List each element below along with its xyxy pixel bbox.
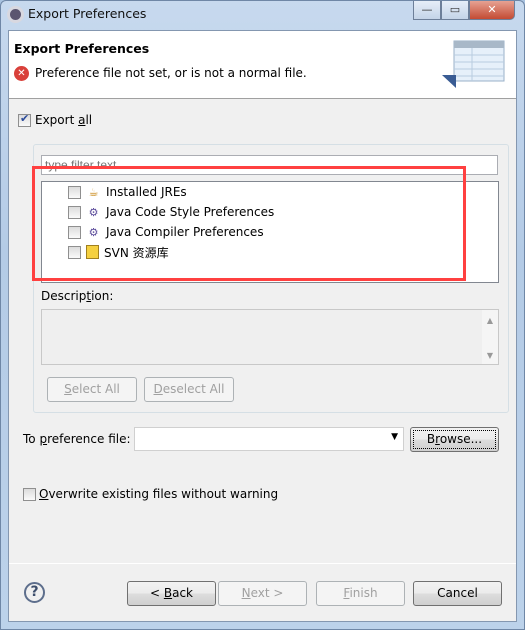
export-banner-icon	[442, 40, 505, 88]
scroll-up-icon[interactable]: ▲	[482, 316, 498, 325]
scroll-down-icon[interactable]: ▼	[482, 351, 498, 360]
button-accel: S	[64, 382, 72, 396]
highlight-annotation	[32, 166, 466, 281]
label-text: verwrite existing files without warning	[48, 487, 279, 501]
app-gear-icon	[7, 6, 24, 23]
description-box: ▲ ▼	[41, 309, 499, 365]
maximize-button[interactable]: ▭	[441, 1, 469, 20]
description-scrollbar[interactable]: ▲ ▼	[482, 310, 498, 364]
label-text: ll	[85, 113, 93, 127]
label-text: ion:	[91, 289, 114, 303]
button-label: ack	[172, 586, 193, 600]
back-button[interactable]: < Back	[127, 581, 216, 606]
button-label: ext >	[250, 586, 284, 600]
checkbox-checked[interactable]: ✔	[18, 112, 31, 127]
label-accel: p	[39, 432, 48, 446]
chevron-down-icon[interactable]: ▼	[391, 432, 398, 442]
button-label: B	[426, 432, 436, 446]
export-all-label: Export all	[35, 113, 92, 127]
button-label: inish	[349, 586, 378, 600]
browse-button[interactable]: Browse...	[410, 427, 499, 452]
button-accel: B	[163, 586, 173, 600]
footer-separator	[9, 563, 516, 564]
overwrite-label: Overwrite existing files without warning	[39, 487, 278, 501]
overwrite-checkbox[interactable]: Overwrite existing files without warning	[23, 487, 278, 501]
label-text: Export	[35, 113, 79, 127]
button-label: owse...	[439, 432, 483, 446]
to-file-label: To preference file:	[23, 432, 131, 446]
label-text: reference file:	[47, 432, 131, 446]
preference-file-combo[interactable]: ▼	[134, 427, 404, 451]
deselect-all-button[interactable]: Deselect All	[144, 377, 234, 402]
label-text: Descrip	[41, 289, 87, 303]
label-text: To	[23, 432, 40, 446]
checkbox-unchecked[interactable]	[23, 487, 36, 501]
select-all-button[interactable]: Select All	[47, 377, 137, 402]
minimize-button[interactable]: —	[413, 1, 441, 20]
window-title: Export Preferences	[28, 6, 147, 21]
next-button[interactable]: Next >	[218, 581, 307, 606]
cancel-button[interactable]: Cancel	[413, 581, 502, 606]
help-icon[interactable]: ?	[24, 582, 45, 603]
close-button[interactable]: ✕	[469, 1, 515, 20]
error-message: Preference file not set, or is not a nor…	[35, 66, 307, 80]
finish-button[interactable]: Finish	[316, 581, 405, 606]
button-accel: D	[153, 382, 163, 396]
button-label: eselect All	[162, 382, 225, 396]
description-label: Description:	[41, 289, 113, 303]
error-icon: ✕	[14, 66, 29, 81]
button-accel: N	[241, 586, 251, 600]
button-label: <	[149, 586, 164, 600]
export-all-checkbox[interactable]: ✔ Export all	[18, 112, 92, 127]
page-title: Export Preferences	[14, 41, 150, 56]
button-label: elect All	[71, 382, 120, 396]
